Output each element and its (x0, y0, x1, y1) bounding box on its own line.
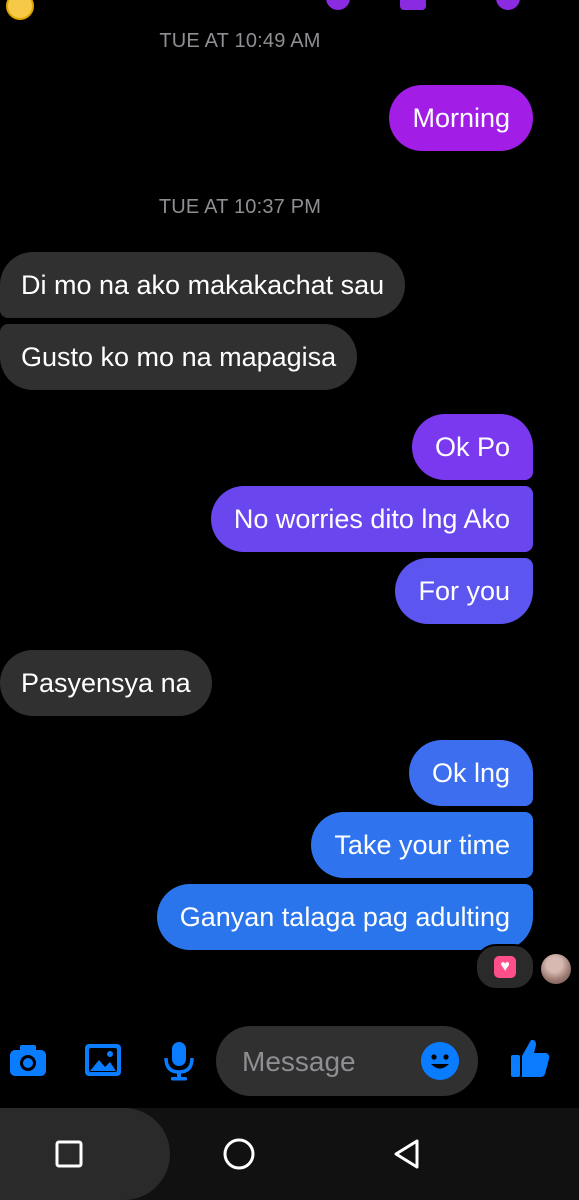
video-icon[interactable] (400, 0, 426, 10)
thumbs-up-icon[interactable] (508, 1036, 552, 1080)
chat-screen: TUE AT 10:49 AM Morning TUE AT 10:37 PM … (0, 0, 579, 1200)
message-bubble-outgoing[interactable]: Ok Po (411, 414, 533, 480)
emoji-icon[interactable] (421, 1042, 459, 1080)
call-icon[interactable] (326, 0, 350, 10)
navigation-bar (0, 1108, 579, 1200)
message-bubble-incoming[interactable]: Pasyensya na (0, 650, 212, 716)
message-bubble-outgoing[interactable]: For you (395, 558, 533, 624)
message-composer (0, 1020, 579, 1102)
message-bubble-outgoing[interactable]: No worries dito lng Ako (210, 486, 533, 552)
message-bubble-incoming[interactable]: Gusto ko mo na mapagisa (0, 324, 358, 390)
message-input-container (216, 1026, 478, 1098)
message-reaction[interactable]: ♥ (475, 944, 535, 990)
back-icon[interactable] (387, 1134, 427, 1174)
camera-icon[interactable] (6, 1038, 50, 1082)
info-icon[interactable] (496, 0, 520, 10)
home-icon[interactable] (219, 1134, 259, 1174)
message-bubble-outgoing[interactable]: Ganyan talaga pag adulting (156, 884, 533, 950)
message-bubble-outgoing[interactable]: Ok lng (408, 740, 533, 806)
recents-icon[interactable] (49, 1134, 89, 1174)
timestamp: TUE AT 10:37 PM (158, 196, 322, 218)
message-bubble-outgoing[interactable]: Morning (389, 85, 533, 151)
microphone-icon[interactable] (157, 1038, 201, 1082)
emoji-reaction-icon (6, 0, 34, 20)
message-bubble-incoming[interactable]: Di mo na ako makakachat sau (0, 252, 406, 318)
heart-icon: ♥ (494, 956, 516, 978)
timestamp: TUE AT 10:49 AM (159, 30, 321, 52)
message-bubble-outgoing[interactable]: Take your time (311, 812, 533, 878)
gallery-icon[interactable] (81, 1038, 125, 1082)
message-input[interactable] (240, 1026, 424, 1098)
seen-avatar (541, 954, 571, 984)
